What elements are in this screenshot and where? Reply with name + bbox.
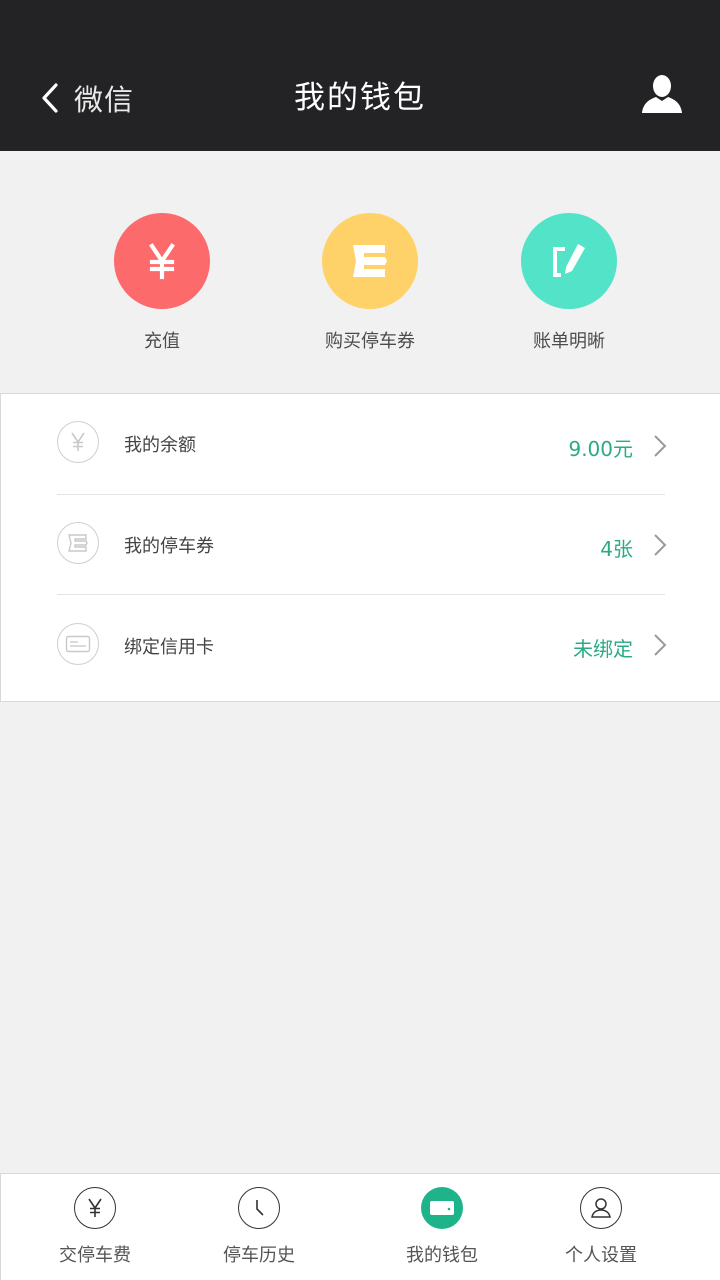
wallet-page: 微信 我的钱包 充值 购买停车券 账单明晰 我的余额 9.00元 我的停车券 4… — [0, 0, 720, 1280]
tab-label: 停车历史 — [223, 1245, 295, 1266]
tab-pay-parking[interactable]: 交停车费 — [20, 1174, 170, 1280]
chevron-right-icon — [654, 435, 667, 457]
parking-tickets-row[interactable]: 我的停车券 4张 — [1, 495, 720, 595]
parking-history-icon-circle — [238, 1187, 280, 1229]
recharge-label: 充值 — [144, 331, 180, 352]
bill-details-button[interactable]: 账单明晰 — [484, 213, 654, 353]
tab-label: 我的钱包 — [406, 1245, 478, 1266]
wallet-icon — [430, 1201, 454, 1215]
page-title: 我的钱包 — [294, 80, 426, 116]
credit-card-icon-circle — [57, 623, 99, 665]
quick-actions: 充值 购买停车券 账单明晰 — [0, 151, 720, 393]
yuan-icon — [149, 243, 175, 280]
parking-tickets-value: 4张 — [600, 537, 633, 561]
bottom-tab-bar: 交停车费 停车历史 我的钱包 个人设置 — [0, 1173, 720, 1280]
yuan-icon — [88, 1198, 102, 1217]
chevron-right-icon — [654, 534, 667, 556]
my-wallet-icon-circle — [421, 1187, 463, 1229]
buy-ticket-label: 购买停车券 — [325, 331, 415, 352]
parking-tickets-icon-circle — [57, 522, 99, 564]
ticket-icon — [353, 245, 387, 277]
user-icon — [642, 75, 682, 113]
tab-label: 个人设置 — [565, 1245, 637, 1266]
balance-label: 我的余额 — [124, 435, 196, 456]
credit-card-icon — [65, 635, 91, 653]
bill-details-label: 账单明晰 — [533, 331, 605, 352]
bind-credit-card-value: 未绑定 — [573, 637, 633, 661]
profile-button[interactable] — [640, 74, 690, 120]
tab-parking-history[interactable]: 停车历史 — [184, 1174, 334, 1280]
bind-credit-card-row[interactable]: 绑定信用卡 未绑定 — [1, 595, 720, 695]
app-header: 微信 我的钱包 — [0, 0, 720, 151]
clock-icon — [256, 1200, 264, 1216]
chevron-right-icon — [654, 634, 667, 656]
buy-ticket-icon-circle — [322, 213, 418, 309]
tab-personal-settings[interactable]: 个人设置 — [526, 1174, 676, 1280]
wallet-menu: 我的余额 9.00元 我的停车券 4张 绑定信用卡 未绑定 — [0, 393, 720, 702]
balance-row[interactable]: 我的余额 9.00元 — [1, 394, 720, 494]
edit-icon — [553, 244, 585, 277]
buy-ticket-button[interactable]: 购买停车券 — [285, 213, 455, 353]
pay-parking-icon-circle — [74, 1187, 116, 1229]
bill-details-icon-circle — [521, 213, 617, 309]
user-icon — [591, 1198, 611, 1218]
tab-my-wallet[interactable]: 我的钱包 — [367, 1174, 517, 1280]
parking-tickets-label: 我的停车券 — [124, 536, 214, 557]
balance-value: 9.00元 — [568, 437, 633, 461]
balance-icon-circle — [57, 421, 99, 463]
personal-settings-icon-circle — [580, 1187, 622, 1229]
bind-credit-card-label: 绑定信用卡 — [124, 637, 214, 658]
ticket-icon — [68, 534, 88, 552]
recharge-button[interactable]: 充值 — [77, 213, 247, 353]
yuan-icon — [71, 432, 85, 451]
recharge-icon-circle — [114, 213, 210, 309]
tab-label: 交停车费 — [59, 1245, 131, 1266]
